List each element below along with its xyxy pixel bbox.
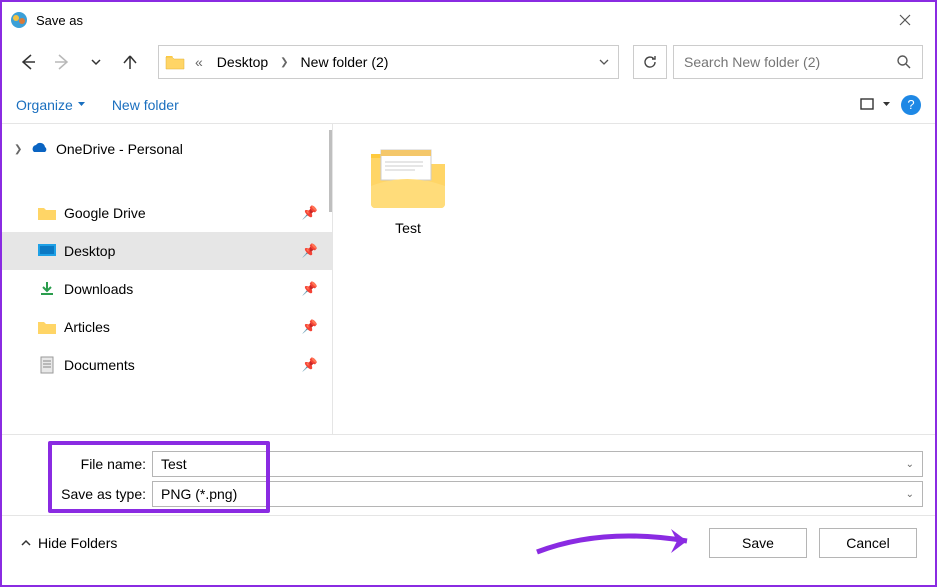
tree-item-documents[interactable]: Documents 📌: [2, 346, 332, 384]
savetype-value: PNG (*.png): [161, 486, 237, 502]
dialog-title: Save as: [36, 13, 883, 28]
tree-label: OneDrive - Personal: [56, 141, 332, 157]
file-fields: File name: Test ⌄ Save as type: PNG (*.p…: [2, 434, 935, 515]
pin-icon[interactable]: 📌: [302, 281, 318, 297]
titlebar: Save as: [2, 2, 935, 38]
nav-tree: ❯ OneDrive - Personal Google Drive 📌 Des…: [2, 124, 332, 434]
search-icon: [896, 54, 912, 70]
folder-name: Test: [353, 220, 463, 236]
recent-dropdown[interactable]: [82, 48, 110, 76]
filename-input[interactable]: Test ⌄: [152, 451, 923, 477]
breadcrumb-desktop[interactable]: Desktop: [213, 52, 272, 72]
chevron-down-icon: [882, 100, 891, 109]
pin-icon[interactable]: 📌: [302, 243, 318, 259]
onedrive-icon: [28, 142, 50, 156]
savetype-label: Save as type:: [52, 486, 152, 502]
folder-icon: [36, 319, 58, 335]
address-bar[interactable]: « Desktop ❯ New folder (2): [158, 45, 619, 79]
tree-label: Desktop: [64, 243, 302, 259]
download-icon: [36, 280, 58, 298]
hide-folders-label: Hide Folders: [38, 535, 117, 551]
footer: Hide Folders Save Cancel: [2, 515, 935, 569]
breadcrumb-newfolder[interactable]: New folder (2): [297, 52, 393, 72]
app-icon: [10, 11, 28, 29]
file-list[interactable]: Test: [332, 124, 935, 434]
folder-icon: [36, 205, 58, 221]
help-button[interactable]: ?: [901, 95, 921, 115]
address-dropdown[interactable]: [596, 56, 612, 68]
folder-icon: [165, 53, 185, 71]
tree-label: Documents: [64, 357, 302, 373]
cancel-button[interactable]: Cancel: [819, 528, 917, 558]
filename-value: Test: [161, 456, 187, 472]
folder-item-test[interactable]: Test: [353, 140, 463, 236]
organize-label: Organize: [16, 97, 73, 113]
tree-item-onedrive[interactable]: ❯ OneDrive - Personal: [2, 130, 332, 168]
filename-label: File name:: [52, 456, 152, 472]
chevron-right-icon[interactable]: ❯: [278, 57, 290, 68]
chevron-down-icon[interactable]: ⌄: [906, 459, 914, 470]
organize-menu[interactable]: Organize: [16, 97, 86, 113]
pin-icon[interactable]: 📌: [302, 319, 318, 335]
annotation-arrow: [532, 522, 712, 562]
document-icon: [36, 356, 58, 374]
search-box[interactable]: [673, 45, 923, 79]
toolbar: Organize New folder ?: [2, 86, 935, 124]
forward-button[interactable]: [48, 48, 76, 76]
save-button[interactable]: Save: [709, 528, 807, 558]
folder-thumbnail: [365, 140, 451, 210]
tree-label: Downloads: [64, 281, 302, 297]
chevron-up-icon: [20, 537, 32, 549]
tree-label: Google Drive: [64, 205, 302, 221]
nav-row: « Desktop ❯ New folder (2): [2, 38, 935, 86]
savetype-select[interactable]: PNG (*.png) ⌄: [152, 481, 923, 507]
hide-folders-button[interactable]: Hide Folders: [20, 535, 117, 551]
view-mode-button[interactable]: [860, 98, 891, 112]
tree-item-googledrive[interactable]: Google Drive 📌: [2, 194, 332, 232]
pin-icon[interactable]: 📌: [302, 357, 318, 373]
new-folder-button[interactable]: New folder: [112, 97, 179, 113]
refresh-button[interactable]: [633, 45, 667, 79]
tree-scrollbar[interactable]: [329, 130, 332, 212]
breadcrumb-sep: «: [191, 52, 207, 72]
desktop-icon: [36, 243, 58, 259]
up-button[interactable]: [116, 48, 144, 76]
tree-item-articles[interactable]: Articles 📌: [2, 308, 332, 346]
tree-item-desktop[interactable]: Desktop 📌: [2, 232, 332, 270]
pin-icon[interactable]: 📌: [302, 205, 318, 221]
tree-label: Articles: [64, 319, 302, 335]
close-button[interactable]: [883, 4, 927, 36]
chevron-down-icon: [77, 100, 86, 109]
search-input[interactable]: [684, 54, 888, 70]
back-button[interactable]: [14, 48, 42, 76]
tree-item-downloads[interactable]: Downloads 📌: [2, 270, 332, 308]
expand-icon[interactable]: ❯: [14, 144, 28, 155]
chevron-down-icon[interactable]: ⌄: [906, 489, 914, 500]
